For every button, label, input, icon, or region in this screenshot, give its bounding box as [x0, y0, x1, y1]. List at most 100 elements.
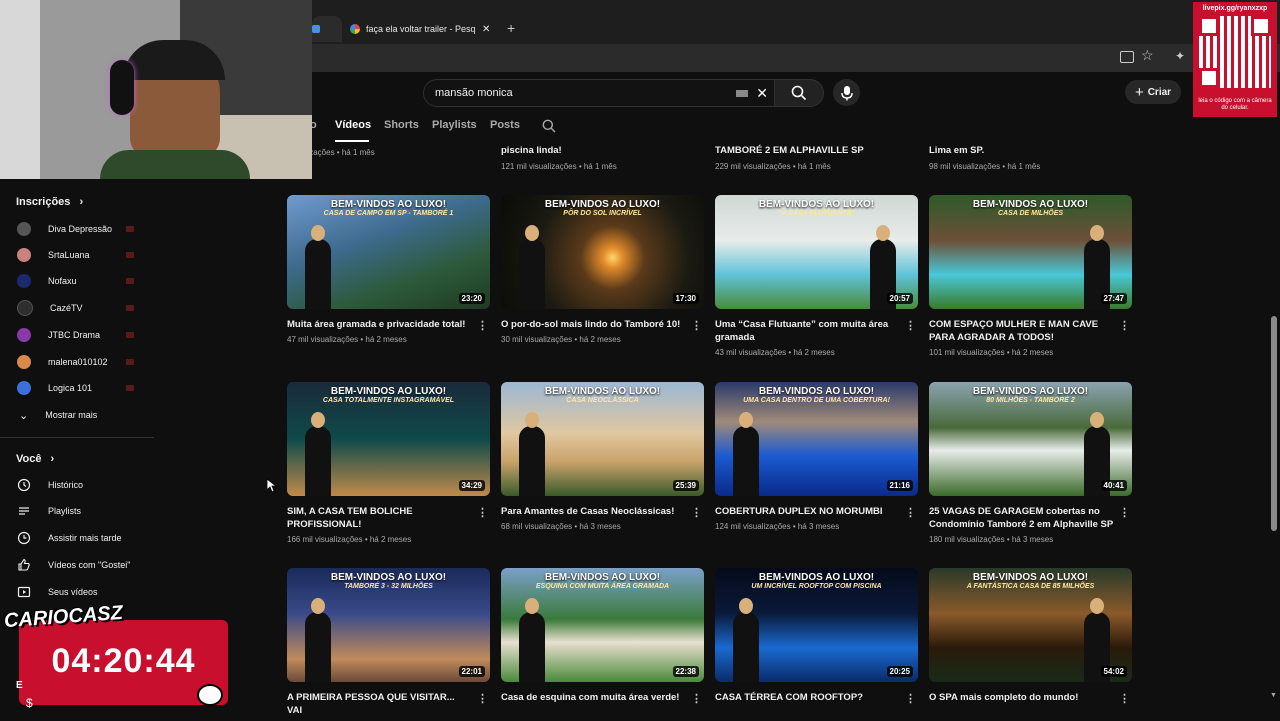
sidebar-item-label: Seus vídeos	[48, 587, 98, 597]
video-card[interactable]: BEM-VINDOS AO LUXO! CASA DE MILHÕES 27:47 C…	[929, 195, 1132, 357]
video-title[interactable]: Casa de esquina com muita área verde!	[501, 691, 686, 704]
video-thumbnail[interactable]: BEM-VINDOS AO LUXO! UMA CASA DENTRO DE UM…	[715, 382, 918, 496]
video-thumbnail[interactable]: BEM-VINDOS AO LUXO! CASA DE CAMPO EM SP -…	[287, 195, 490, 309]
video-title[interactable]: 25 VAGAS DE GARAGEM cobertas no Condomín…	[929, 505, 1114, 531]
video-card[interactable]: BEM-VINDOS AO LUXO! CASA NEOCLÁSSICA 25:39…	[501, 382, 704, 531]
avatar	[17, 300, 33, 316]
video-card[interactable]: BEM-VINDOS AO LUXO! TAMBORÉ 3 - 32 MILHÕE…	[287, 568, 490, 721]
search-input[interactable]: mansão monica ✕	[423, 79, 775, 107]
more-options-icon[interactable]: ⋮	[1119, 506, 1130, 519]
more-options-icon[interactable]: ⋮	[691, 692, 702, 705]
video-thumbnail[interactable]: BEM-VINDOS AO LUXO! CASA TOTALMENTE INSTA…	[287, 382, 490, 496]
tab-shorts[interactable]: Shorts	[384, 119, 419, 131]
keyboard-icon[interactable]	[736, 89, 749, 97]
more-options-icon[interactable]: ⋮	[905, 319, 916, 332]
video-card[interactable]: BEM-VINDOS AO LUXO! 80 MILHÕES - TAMBORÉ …	[929, 382, 1132, 544]
search-button[interactable]	[774, 79, 824, 107]
more-options-icon[interactable]: ⋮	[691, 319, 702, 332]
sidebar-item-logica-101[interactable]: Logica 101	[0, 375, 154, 401]
extensions-icon[interactable]: ✦	[1175, 49, 1185, 63]
sidebar-item-playlists[interactable]: Playlists	[0, 498, 154, 524]
sidebar-item-your-videos[interactable]: Seus vídeos	[0, 579, 154, 605]
video-card[interactable]: BEM-VINDOS AO LUXO! CASA DE CAMPO EM SP -…	[287, 195, 490, 344]
stream-timer: 04:20:44	[51, 642, 196, 680]
thumbnail-banner: BEM-VINDOS AO LUXO!	[330, 386, 447, 397]
bookmark-star-icon[interactable]: ☆	[1141, 47, 1154, 64]
create-button[interactable]: + Criar	[1125, 80, 1181, 104]
more-options-icon[interactable]: ⋮	[477, 506, 488, 519]
subscriptions-label: Inscrições	[16, 196, 71, 208]
video-title[interactable]: SIM, A CASA TEM BOLICHE PROFISSIONAL!	[287, 505, 472, 531]
more-options-icon[interactable]: ⋮	[1119, 319, 1130, 332]
video-title[interactable]: Lima em SP.	[929, 145, 984, 156]
video-title[interactable]: O por-do-sol mais lindo do Tamboré 10!	[501, 318, 686, 331]
video-card[interactable]: BEM-VINDOS AO LUXO! UM INCRÍVEL ROOFTOP C…	[715, 568, 918, 708]
sidebar-item-cazetv[interactable]: CazéTV	[0, 295, 154, 321]
host-figure	[519, 598, 545, 682]
more-options-icon[interactable]: ⋮	[1119, 692, 1130, 705]
browser-tab-pinned[interactable]	[312, 16, 342, 42]
sidebar-item-label: Diva Depressão	[48, 224, 113, 234]
video-title[interactable]: COBERTURA DUPLEX NO MORUMBI	[715, 505, 900, 518]
search-query: mansão monica	[435, 87, 513, 99]
video-thumbnail[interactable]: BEM-VINDOS AO LUXO! UM INCRÍVEL ROOFTOP C…	[715, 568, 918, 682]
video-title[interactable]: CASA TÉRREA COM ROOFTOP?	[715, 691, 900, 704]
video-thumbnail[interactable]: BEM-VINDOS AO LUXO! CASA NEOCLÁSSICA 25:39	[501, 382, 704, 496]
clear-search-icon[interactable]: ✕	[756, 85, 768, 102]
video-thumbnail[interactable]: BEM-VINDOS AO LUXO! TAMBORÉ 3 - 32 MILHÕE…	[287, 568, 490, 682]
sidebar-item-liked-videos[interactable]: Vídeos com "Gostei"	[0, 552, 154, 578]
more-options-icon[interactable]: ⋮	[905, 506, 916, 519]
subscriptions-title[interactable]: Inscrições ›	[16, 196, 83, 208]
more-options-icon[interactable]: ⋮	[691, 506, 702, 519]
video-thumbnail[interactable]: BEM-VINDOS AO LUXO! CASA DE MILHÕES 27:47	[929, 195, 1132, 309]
video-thumbnail[interactable]: BEM-VINDOS AO LUXO! ESQUINA COM MUITA ÁRE…	[501, 568, 704, 682]
browser-tab-search[interactable]: faça ela voltar trailer - Pesquisa ✕	[344, 16, 499, 42]
video-title[interactable]: O SPA mais completo do mundo!	[929, 691, 1114, 704]
scrollbar-thumb[interactable]	[1271, 316, 1277, 531]
install-app-icon[interactable]	[1120, 51, 1134, 63]
tab-posts[interactable]: Posts	[490, 119, 520, 131]
voice-search-button[interactable]	[833, 79, 860, 106]
sidebar-item-diva-depressao[interactable]: Diva Depressão	[0, 216, 154, 242]
more-options-icon[interactable]: ⋮	[477, 319, 488, 332]
video-title[interactable]: TAMBORÉ 2 EM ALPHAVILLE SP	[715, 145, 864, 156]
video-card[interactable]: BEM-VINDOS AO LUXO! UMA CASA DENTRO DE UM…	[715, 382, 918, 531]
thumbnail-subtitle: ESQUINA COM MUITA ÁREA GRAMADA	[535, 583, 670, 590]
show-more-button[interactable]: ⌄ Mostrar mais	[0, 402, 154, 428]
sidebar-item-jtbc-drama[interactable]: JTBC Drama	[0, 322, 154, 348]
live-indicator-icon	[126, 359, 134, 365]
sidebar-item-malena010102[interactable]: malena010102	[0, 349, 154, 375]
scrollbar[interactable]: ▼	[1268, 130, 1280, 720]
video-thumbnail[interactable]: BEM-VINDOS AO LUXO! PÔR DO SOL INCRÍVEL 17…	[501, 195, 704, 309]
video-card[interactable]: BEM-VINDOS AO LUXO! CASA TOTALMENTE INSTA…	[287, 382, 490, 544]
live-indicator-icon	[126, 332, 134, 338]
tab-videos[interactable]: Vídeos	[335, 119, 371, 131]
new-tab-button[interactable]: +	[507, 20, 515, 36]
video-card[interactable]: BEM-VINDOS AO LUXO! ESQUINA COM MUITA ÁRE…	[501, 568, 704, 708]
show-more-label: Mostrar mais	[45, 410, 98, 420]
channel-search-icon[interactable]	[542, 119, 556, 133]
more-options-icon[interactable]: ⋮	[477, 692, 488, 705]
sidebar-item-history[interactable]: Histórico	[0, 472, 154, 498]
video-thumbnail[interactable]: BEM-VINDOS AO LUXO! "A CASA FLUTUANTE" 20:…	[715, 195, 918, 309]
video-thumbnail[interactable]: BEM-VINDOS AO LUXO! A FANTÁSTICA CASA DE …	[929, 568, 1132, 682]
you-section-title[interactable]: Você ›	[16, 453, 54, 465]
video-title[interactable]: A PRIMEIRA PESSOA QUE VISITAR... VAI	[287, 691, 472, 717]
video-card[interactable]: BEM-VINDOS AO LUXO! PÔR DO SOL INCRÍVEL 17…	[501, 195, 704, 344]
tab-playlists[interactable]: Playlists	[432, 119, 477, 131]
video-title[interactable]: COM ESPAÇO MULHER E MAN CAVE PARA AGRADA…	[929, 318, 1114, 344]
more-options-icon[interactable]: ⋮	[905, 692, 916, 705]
scroll-down-icon[interactable]: ▼	[1270, 692, 1277, 699]
avatar	[17, 328, 31, 342]
sidebar-item-watch-later[interactable]: Assistir mais tarde	[0, 525, 154, 551]
video-title[interactable]: Muita área gramada e privacidade total!	[287, 318, 472, 331]
video-title[interactable]: Uma “Casa Flutuante” com muita área gram…	[715, 318, 900, 344]
video-title[interactable]: piscina linda!	[501, 145, 562, 156]
sidebar-item-nofaxu[interactable]: Nofaxu	[0, 268, 154, 294]
close-tab-icon[interactable]: ✕	[482, 24, 490, 35]
video-thumbnail[interactable]: BEM-VINDOS AO LUXO! 80 MILHÕES - TAMBORÉ …	[929, 382, 1132, 496]
sidebar-item-srtaluana[interactable]: SrtaLuana	[0, 242, 154, 268]
video-card[interactable]: BEM-VINDOS AO LUXO! "A CASA FLUTUANTE" 20:…	[715, 195, 918, 357]
video-card[interactable]: BEM-VINDOS AO LUXO! A FANTÁSTICA CASA DE …	[929, 568, 1132, 708]
video-title[interactable]: Para Amantes de Casas Neoclássicas!	[501, 505, 686, 518]
